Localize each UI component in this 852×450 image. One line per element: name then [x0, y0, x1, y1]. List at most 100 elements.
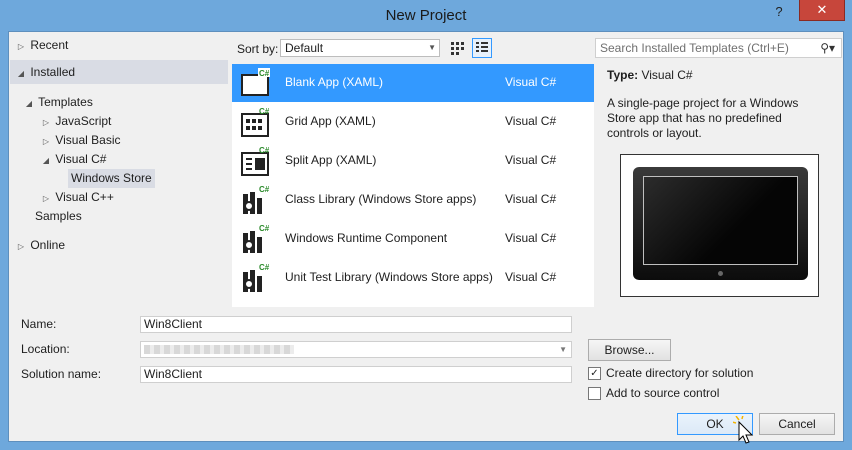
solution-name-label: Solution name:	[21, 367, 102, 381]
collapse-arrow-icon[interactable]: ◢	[40, 151, 52, 170]
template-language: Visual C#	[505, 270, 557, 284]
template-language: Visual C#	[505, 75, 557, 89]
template-item-windows-runtime-component[interactable]: C# Windows Runtime Component Visual C#	[232, 220, 594, 258]
svg-text:C#: C#	[259, 263, 270, 272]
create-directory-checkbox[interactable]: ✓	[588, 367, 601, 380]
tree-item-label: Windows Store	[71, 171, 152, 185]
solution-name-value: Win8Client	[144, 367, 203, 381]
window-title: New Project	[385, 7, 467, 24]
sort-by-value: Default	[285, 41, 324, 55]
browse-button[interactable]: Browse...	[588, 339, 671, 361]
dialog-body: ▷ Recent ◢ Installed ◢ Templates ▷ JavaS…	[8, 31, 844, 444]
split-app-icon: C#	[241, 146, 270, 176]
grid-view-icon	[451, 42, 464, 55]
template-item-grid-app[interactable]: C# Grid App (XAML) Visual C#	[232, 103, 594, 141]
tree-item-samples[interactable]: Samples	[35, 207, 82, 226]
svg-text:C#: C#	[259, 224, 270, 233]
tree-item-installed[interactable]: ◢ Installed	[15, 63, 75, 82]
tree-item-label: Visual C#	[55, 152, 107, 166]
tree-item-visual-csharp[interactable]: ◢ Visual C#	[40, 150, 107, 170]
name-input[interactable]: Win8Client	[140, 316, 572, 333]
svg-text:C#: C#	[259, 69, 270, 78]
class-library-icon: C#	[243, 185, 270, 214]
tablet-icon	[633, 167, 808, 280]
tree-item-templates[interactable]: ◢ Templates	[23, 93, 93, 112]
template-info-panel: Type: Visual C# A single-page project fo…	[607, 68, 837, 140]
collapse-arrow-icon[interactable]: ◢	[23, 94, 35, 113]
tree-item-visual-basic[interactable]: ▷ Visual Basic	[40, 131, 121, 150]
mouse-cursor-icon	[733, 416, 754, 444]
source-control-label: Add to source control	[606, 386, 720, 400]
svg-text:C#: C#	[259, 185, 270, 194]
runtime-component-icon: C#	[243, 224, 270, 253]
template-description: A single-page project for a Windows Stor…	[607, 96, 799, 140]
template-name: Blank App (XAML)	[285, 75, 384, 89]
tree-item-label: Installed	[30, 65, 76, 79]
tree-item-label: Online	[30, 238, 66, 252]
source-control-checkbox[interactable]	[588, 387, 601, 400]
tree-item-windows-store[interactable]: Windows Store	[68, 169, 155, 188]
expand-arrow-icon[interactable]: ▷	[40, 113, 52, 132]
svg-text:C#: C#	[259, 146, 270, 155]
tree-item-recent[interactable]: ▷ Recent	[15, 36, 68, 55]
search-placeholder: Search Installed Templates (Ctrl+E)	[600, 41, 789, 55]
expand-arrow-icon[interactable]: ▷	[40, 189, 52, 208]
template-name: Unit Test Library (Windows Store apps)	[285, 270, 493, 284]
location-input[interactable]: ▼	[140, 341, 572, 358]
template-item-blank-app[interactable]: C# Blank App (XAML) Visual C#	[232, 64, 594, 102]
template-language: Visual C#	[505, 114, 557, 128]
home-button-icon	[718, 271, 723, 276]
name-value: Win8Client	[144, 317, 203, 331]
expand-arrow-icon[interactable]: ▷	[15, 37, 27, 56]
template-name: Grid App (XAML)	[285, 114, 376, 128]
create-directory-label: Create directory for solution	[606, 366, 754, 380]
collapse-arrow-icon[interactable]: ◢	[15, 64, 27, 83]
tree-item-visual-cpp[interactable]: ▷ Visual C++	[40, 188, 114, 207]
help-button[interactable]: ?	[766, 2, 792, 22]
template-type: Type: Visual C#	[607, 68, 837, 82]
search-icon[interactable]: ⚲▾	[820, 39, 835, 57]
tree-item-label: Samples	[35, 209, 82, 223]
close-button[interactable]: ✕	[799, 0, 845, 21]
template-language: Visual C#	[505, 231, 557, 245]
template-list: C# Blank App (XAML) Visual C# C# Grid Ap…	[232, 64, 594, 307]
grid-app-icon: C#	[241, 107, 270, 137]
cancel-button[interactable]: Cancel	[759, 413, 835, 435]
chevron-down-icon: ▼	[428, 43, 436, 52]
tree-item-javascript[interactable]: ▷ JavaScript	[40, 112, 111, 131]
template-item-class-library[interactable]: C# Class Library (Windows Store apps) Vi…	[232, 181, 594, 219]
name-label: Name:	[21, 317, 57, 331]
tree-item-label: Templates	[38, 95, 93, 109]
tablet-screen	[643, 176, 798, 265]
type-value: Visual C#	[641, 68, 693, 82]
obscured-location-path	[144, 345, 294, 354]
template-language: Visual C#	[505, 192, 557, 206]
tree-item-label: Visual C++	[55, 190, 114, 204]
chevron-down-icon[interactable]: ▼	[559, 342, 567, 357]
type-label: Type:	[607, 68, 639, 82]
tree-item-label: Recent	[30, 38, 69, 52]
location-label: Location:	[21, 342, 70, 356]
template-language: Visual C#	[505, 153, 557, 167]
list-view-icon	[476, 42, 488, 52]
blank-app-icon: C#	[241, 68, 270, 96]
template-item-split-app[interactable]: C# Split App (XAML) Visual C#	[232, 142, 594, 180]
template-item-unit-test-library[interactable]: C# Unit Test Library (Windows Store apps…	[232, 259, 594, 297]
sort-by-label: Sort by:	[237, 42, 279, 56]
svg-text:C#: C#	[259, 107, 270, 116]
expand-arrow-icon[interactable]: ▷	[15, 237, 27, 256]
template-preview-image	[620, 154, 819, 297]
tree-item-label: Visual Basic	[55, 133, 121, 147]
expand-arrow-icon[interactable]: ▷	[40, 132, 52, 151]
medium-icons-view-button[interactable]	[447, 38, 467, 58]
template-name: Split App (XAML)	[285, 153, 377, 167]
search-templates-input[interactable]: Search Installed Templates (Ctrl+E) ⚲▾	[595, 38, 842, 58]
solution-name-input[interactable]: Win8Client	[140, 366, 572, 383]
sort-by-dropdown[interactable]: Default ▼	[280, 39, 440, 57]
template-name: Windows Runtime Component	[285, 231, 448, 245]
title-bar[interactable]: New Project ? ✕	[0, 0, 852, 30]
unit-test-library-icon: C#	[243, 263, 270, 292]
tree-item-online[interactable]: ▷ Online	[15, 236, 65, 255]
list-view-button[interactable]	[472, 38, 492, 58]
tree-item-label: JavaScript	[55, 114, 112, 128]
